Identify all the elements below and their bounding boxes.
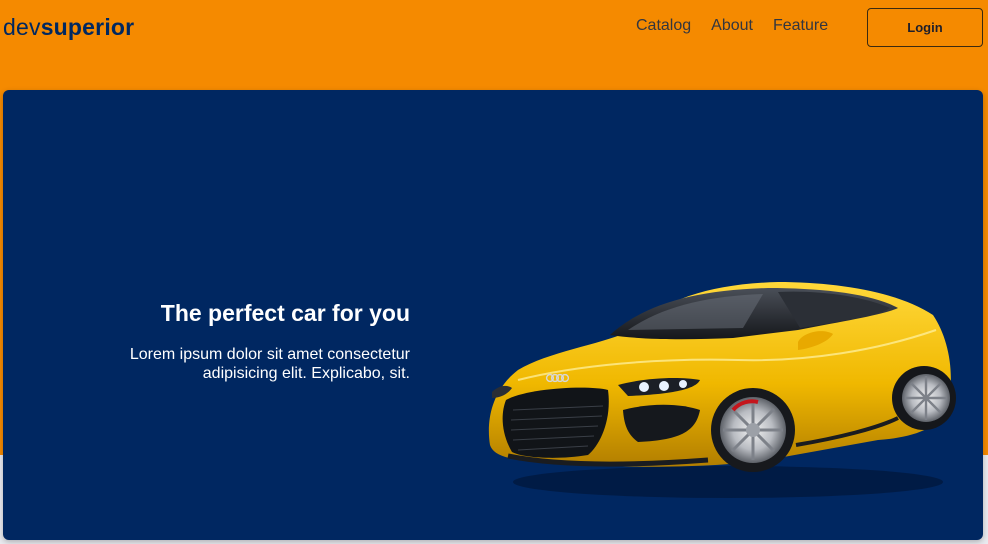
nav-link-about[interactable]: About xyxy=(711,17,753,35)
logo-bold-text: superior xyxy=(40,14,135,40)
logo[interactable]: devsuperior xyxy=(3,14,134,41)
nav-links: Catalog About Feature xyxy=(636,17,828,35)
hero-card: The perfect car for you Lorem ipsum dolo… xyxy=(3,90,983,540)
nav-link-feature[interactable]: Feature xyxy=(773,17,828,35)
logo-light-text: dev xyxy=(3,14,41,40)
car-image xyxy=(488,282,956,498)
navbar: devsuperior Catalog About Feature Login xyxy=(0,0,988,56)
hero-title: The perfect car for you xyxy=(160,300,410,326)
nav-link-catalog[interactable]: Catalog xyxy=(636,17,691,35)
login-button[interactable]: Login xyxy=(867,8,983,47)
hero-subtitle: Lorem ipsum dolor sit amet consectetur a… xyxy=(129,346,410,382)
hero-text: The perfect car for you Lorem ipsum dolo… xyxy=(110,298,410,383)
